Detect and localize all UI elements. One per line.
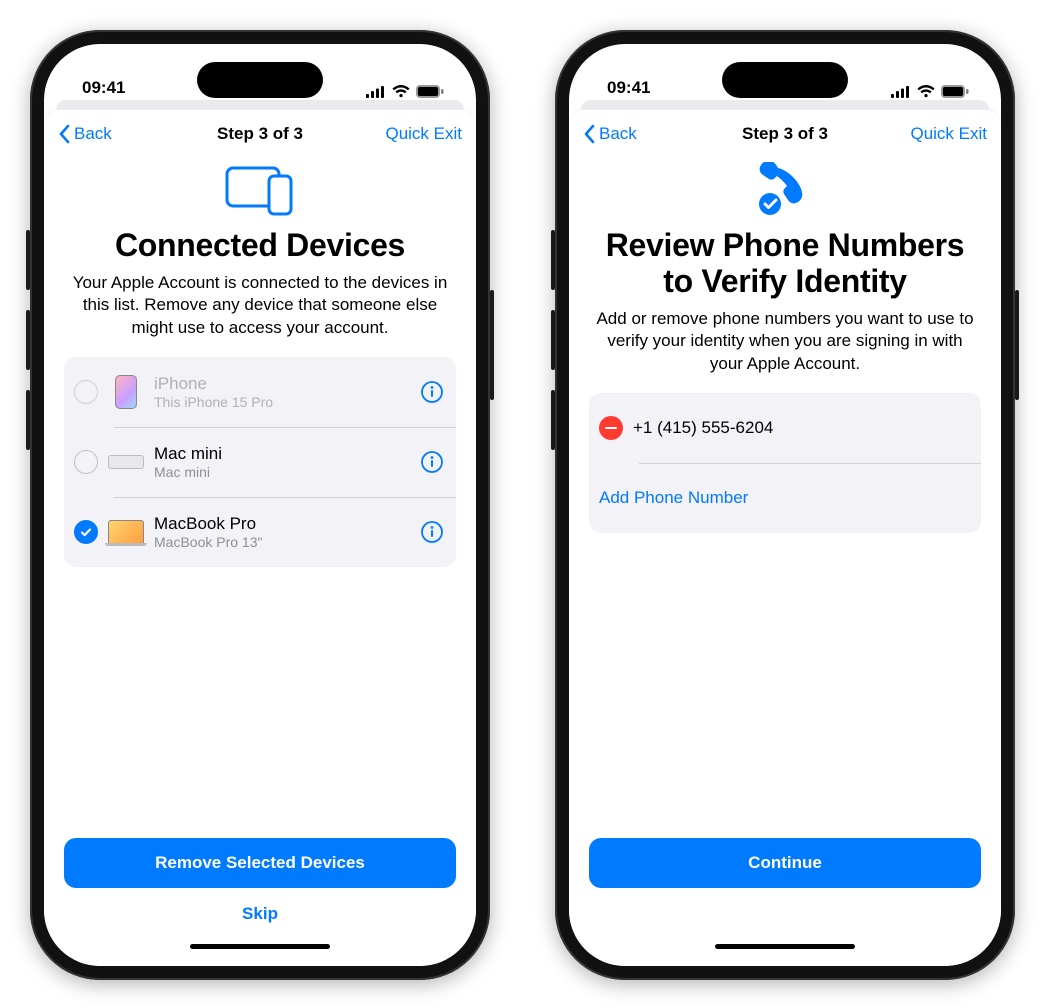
checkbox[interactable]: [74, 380, 98, 404]
info-icon: [421, 451, 443, 473]
device-row-iphone[interactable]: iPhone This iPhone 15 Pro: [64, 357, 456, 427]
add-phone-label: Add Phone Number: [599, 488, 748, 508]
home-indicator[interactable]: [44, 938, 476, 966]
back-button[interactable]: Back: [583, 124, 683, 144]
phone-number: +1 (415) 555-6204: [633, 418, 969, 438]
page-description: Add or remove phone numbers you want to …: [593, 308, 977, 375]
page-title: Connected Devices: [64, 228, 456, 264]
info-button[interactable]: [420, 450, 444, 474]
back-label: Back: [599, 124, 637, 144]
phone-numbers-list: +1 (415) 555-6204 Add Phone Number: [589, 393, 981, 533]
add-phone-row[interactable]: Add Phone Number: [589, 463, 981, 533]
info-button[interactable]: [420, 520, 444, 544]
page-title: Review Phone Numbers to Verify Identity: [589, 228, 981, 300]
device-name: iPhone: [154, 374, 410, 394]
info-button[interactable]: [420, 380, 444, 404]
check-icon: [79, 525, 93, 539]
device-name: MacBook Pro: [154, 514, 410, 534]
device-row-mac-mini[interactable]: Mac mini Mac mini: [64, 427, 456, 497]
info-icon: [421, 381, 443, 403]
back-button[interactable]: Back: [58, 124, 158, 144]
step-label: Step 3 of 3: [742, 124, 828, 144]
wifi-icon: [392, 85, 410, 98]
chevron-left-icon: [583, 124, 595, 144]
battery-icon: [941, 85, 969, 98]
checkbox[interactable]: [74, 450, 98, 474]
cellular-icon: [366, 86, 386, 98]
dynamic-island: [197, 62, 323, 98]
remove-phone-button[interactable]: [599, 416, 623, 440]
nav-bar: Back Step 3 of 3 Quick Exit: [569, 110, 1001, 158]
step-label: Step 3 of 3: [217, 124, 303, 144]
chevron-left-icon: [58, 124, 70, 144]
cellular-icon: [891, 86, 911, 98]
iphone-mockup-left: 09:41 Back Step 3 of 3 Quick Exit: [30, 30, 490, 980]
continue-button[interactable]: Continue: [589, 838, 981, 888]
home-indicator[interactable]: [569, 938, 1001, 966]
skip-button[interactable]: Skip: [64, 904, 456, 928]
iphone-mockup-right: 09:41 Back Step 3 of 3 Quick Exit: [555, 30, 1015, 980]
device-thumb-macmini-icon: [108, 444, 144, 480]
device-subtitle: This iPhone 15 Pro: [154, 394, 410, 411]
device-row-macbook-pro[interactable]: MacBook Pro MacBook Pro 13": [64, 497, 456, 567]
status-time: 09:41: [82, 78, 125, 98]
devices-list: iPhone This iPhone 15 Pro: [64, 357, 456, 567]
device-thumb-iphone-icon: [108, 374, 144, 410]
devices-icon: [64, 162, 456, 218]
device-subtitle: MacBook Pro 13": [154, 534, 410, 551]
nav-bar: Back Step 3 of 3 Quick Exit: [44, 110, 476, 158]
checkbox-selected[interactable]: [74, 520, 98, 544]
info-icon: [421, 521, 443, 543]
dynamic-island: [722, 62, 848, 98]
device-name: Mac mini: [154, 444, 410, 464]
phone-verify-icon: [589, 162, 981, 218]
page-description: Your Apple Account is connected to the d…: [68, 272, 452, 339]
status-time: 09:41: [607, 78, 650, 98]
quick-exit-button[interactable]: Quick Exit: [887, 124, 987, 144]
device-thumb-macbook-icon: [108, 514, 144, 550]
quick-exit-button[interactable]: Quick Exit: [362, 124, 462, 144]
battery-icon: [416, 85, 444, 98]
phone-number-row[interactable]: +1 (415) 555-6204: [589, 393, 981, 463]
wifi-icon: [917, 85, 935, 98]
back-label: Back: [74, 124, 112, 144]
remove-selected-button[interactable]: Remove Selected Devices: [64, 838, 456, 888]
device-subtitle: Mac mini: [154, 464, 410, 481]
